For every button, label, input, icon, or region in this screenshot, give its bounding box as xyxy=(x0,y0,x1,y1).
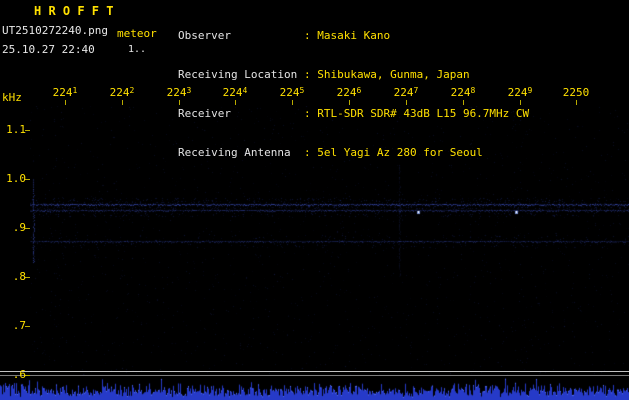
time-label: 2243 xyxy=(161,86,197,99)
time-label-minute: 2 xyxy=(129,86,135,95)
observation-mode-label: meteor xyxy=(117,27,157,40)
time-label-base: 224 xyxy=(166,86,187,99)
freq-label: 1.0 xyxy=(6,172,26,185)
info-label: Observer xyxy=(178,29,231,42)
minute-tick xyxy=(463,100,464,105)
freq-label: .7 xyxy=(12,319,26,332)
hrofft-screen: H R O F F T UT2510272240.png meteor 25.1… xyxy=(0,0,629,400)
info-label: Receiving Location xyxy=(178,68,298,81)
time-label: 2242 xyxy=(104,86,140,99)
info-value: : Shibukawa, Gunma, Japan xyxy=(304,68,470,81)
minute-tick xyxy=(292,100,293,105)
time-label-base: 224 xyxy=(450,86,471,99)
minute-tick xyxy=(520,100,521,105)
output-filename: UT2510272240.png xyxy=(2,24,108,37)
time-label-base: 224 xyxy=(109,86,130,99)
freq-label: 1.1 xyxy=(6,123,26,136)
time-label: 2250 xyxy=(558,86,594,99)
spectrogram-canvas xyxy=(30,106,629,376)
freq-label: .9 xyxy=(12,221,26,234)
time-label-base: 224 xyxy=(507,86,528,99)
signal-level-canvas xyxy=(0,377,629,400)
minute-tick xyxy=(179,100,180,105)
minute-tick xyxy=(235,100,236,105)
time-label-base: 224 xyxy=(222,86,243,99)
time-label-minute: 8 xyxy=(470,86,476,95)
minute-tick xyxy=(65,100,66,105)
minute-tick xyxy=(576,100,577,105)
info-value: : Masaki Kano xyxy=(304,29,391,42)
info-row-observer: Observer : Masaki Kano xyxy=(178,29,529,42)
minute-tick xyxy=(349,100,350,105)
time-label: 2245 xyxy=(274,86,310,99)
time-label: 2248 xyxy=(445,86,481,99)
time-label-minute: 9 xyxy=(527,86,533,95)
time-label-base: 224 xyxy=(336,86,357,99)
minute-tick xyxy=(122,100,123,105)
time-label-minute: 7 xyxy=(413,86,419,95)
freq-label: .8 xyxy=(12,270,26,283)
time-label: 2249 xyxy=(502,86,538,99)
y-axis-unit-label: kHz xyxy=(2,91,22,104)
time-label: 2247 xyxy=(388,86,424,99)
page-indicator: 1.. xyxy=(128,44,147,55)
time-label-minute: 3 xyxy=(186,86,192,95)
time-label-base: 2250 xyxy=(562,86,590,99)
time-label-minute: 5 xyxy=(299,86,305,95)
time-label-base: 224 xyxy=(279,86,300,99)
info-row-location: Receiving Location : Shibukawa, Gunma, Ja… xyxy=(178,68,529,81)
time-label: 2244 xyxy=(217,86,253,99)
time-label-minute: 4 xyxy=(242,86,248,95)
time-label-base: 224 xyxy=(393,86,414,99)
freq-label: .6 xyxy=(12,368,26,381)
time-label-minute: 1 xyxy=(72,86,78,95)
level-strip-border-top xyxy=(0,371,629,372)
observation-datetime: 25.10.27 22:40 xyxy=(2,43,95,56)
level-strip-border-bottom xyxy=(0,375,629,376)
minute-tick xyxy=(406,100,407,105)
app-title: H R O F F T xyxy=(34,4,114,18)
time-label: 2246 xyxy=(331,86,367,99)
time-label: 2241 xyxy=(47,86,83,99)
time-label-minute: 6 xyxy=(356,86,362,95)
time-label-base: 224 xyxy=(52,86,73,99)
